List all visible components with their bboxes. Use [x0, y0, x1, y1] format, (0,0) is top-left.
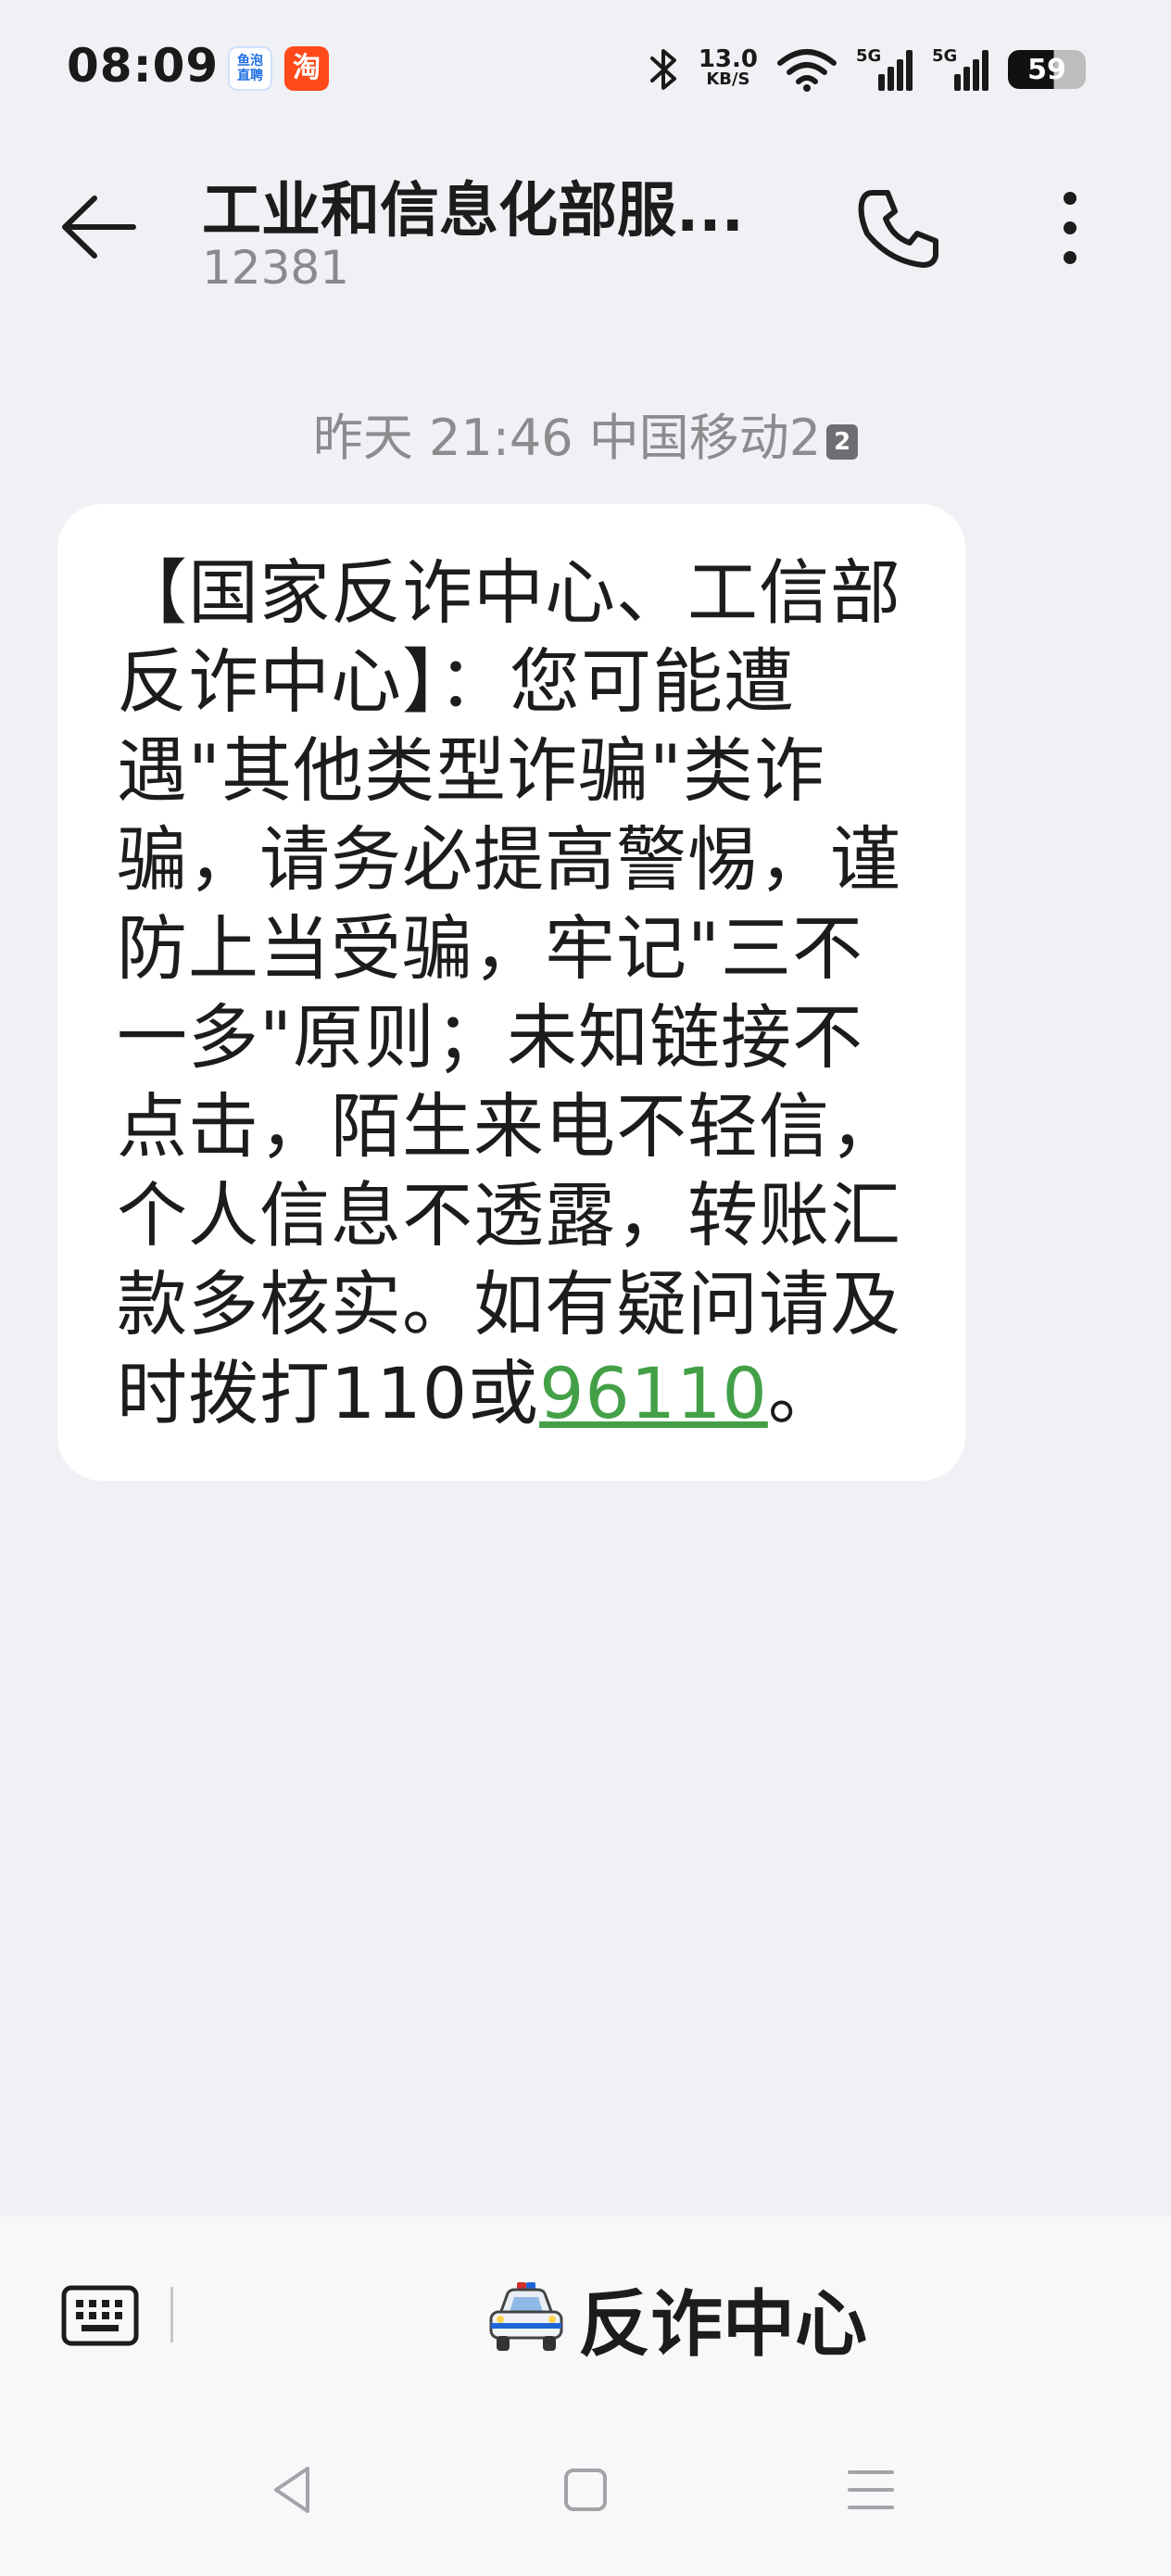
anti-fraud-menu-label: 反诈中心 [578, 2283, 868, 2367]
douyu-app-label: 鱼泡直聘 [237, 54, 263, 83]
message-text-end: 。 [767, 1352, 839, 1434]
phone-number-link[interactable]: 96110 [539, 1352, 768, 1434]
contact-name: 工业和信息化部服... [202, 177, 744, 246]
sim1-network-tag: 5G [856, 46, 882, 66]
arrow-left-icon [62, 196, 136, 259]
nav-back-icon [274, 2467, 309, 2513]
sim2-signal-icon: 5G [932, 46, 989, 93]
nav-home-button[interactable] [553, 2457, 618, 2522]
status-time: 08:09 [67, 39, 220, 93]
keyboard-icon [61, 2285, 139, 2346]
more-options-button[interactable] [1038, 182, 1102, 274]
status-indicators: 13.0 KB/S 5G 5G 59 [648, 37, 1086, 102]
nav-recents-button[interactable] [838, 2457, 903, 2522]
message-bubble[interactable]: 【国家反诈中心、工信部反诈中心】：您可能遭遇"其他类型诈骗"类诈骗，请务必提高警… [57, 504, 965, 1481]
battery-icon: 59 [1008, 50, 1086, 89]
sim-card-badge: 2 [826, 424, 859, 460]
police-car-icon [489, 2282, 563, 2351]
taobao-app-label: 淘 [293, 52, 321, 84]
nav-back-button[interactable] [261, 2457, 326, 2522]
network-speed-unit: KB/S [706, 69, 750, 89]
sim2-network-tag: 5G [932, 46, 958, 66]
nav-recents-icon [848, 2470, 894, 2509]
conversation-header: 工业和信息化部服... 12381 [0, 139, 1171, 324]
wifi-icon [777, 49, 837, 92]
nav-home-icon [564, 2469, 607, 2511]
battery-level: 59 [1027, 53, 1066, 86]
call-button[interactable] [852, 182, 945, 274]
sim1-signal-icon: 5G [856, 46, 913, 93]
bar-divider [170, 2287, 173, 2342]
bottom-menu-bar: 反诈中心 [0, 2216, 1171, 2576]
bluetooth-icon [649, 49, 676, 90]
contact-number: 12381 [202, 241, 350, 295]
message-timestamp: 昨天 21:46 中国移动2 2 [0, 397, 1171, 470]
anti-fraud-menu-button[interactable]: 反诈中心 [482, 2272, 867, 2367]
more-vertical-icon [1064, 192, 1077, 264]
message-timestamp-text: 昨天 21:46 中国移动2 [312, 409, 822, 467]
status-bar: 08:09 鱼泡直聘 淘 13.0 KB/S 5G 5G 59 [0, 0, 1171, 139]
message-text: 【国家反诈中心、工信部反诈中心】：您可能遭遇"其他类型诈骗"类诈骗，请务必提高警… [117, 551, 901, 1434]
keyboard-toggle-button[interactable] [61, 2285, 139, 2346]
back-button[interactable] [57, 185, 141, 269]
douyu-app-icon: 鱼泡直聘 [228, 46, 272, 91]
phone-icon [858, 190, 938, 268]
taobao-app-icon: 淘 [284, 46, 329, 91]
network-speed-value: 13.0 [698, 45, 758, 73]
network-speed: 13.0 KB/S [698, 45, 758, 90]
